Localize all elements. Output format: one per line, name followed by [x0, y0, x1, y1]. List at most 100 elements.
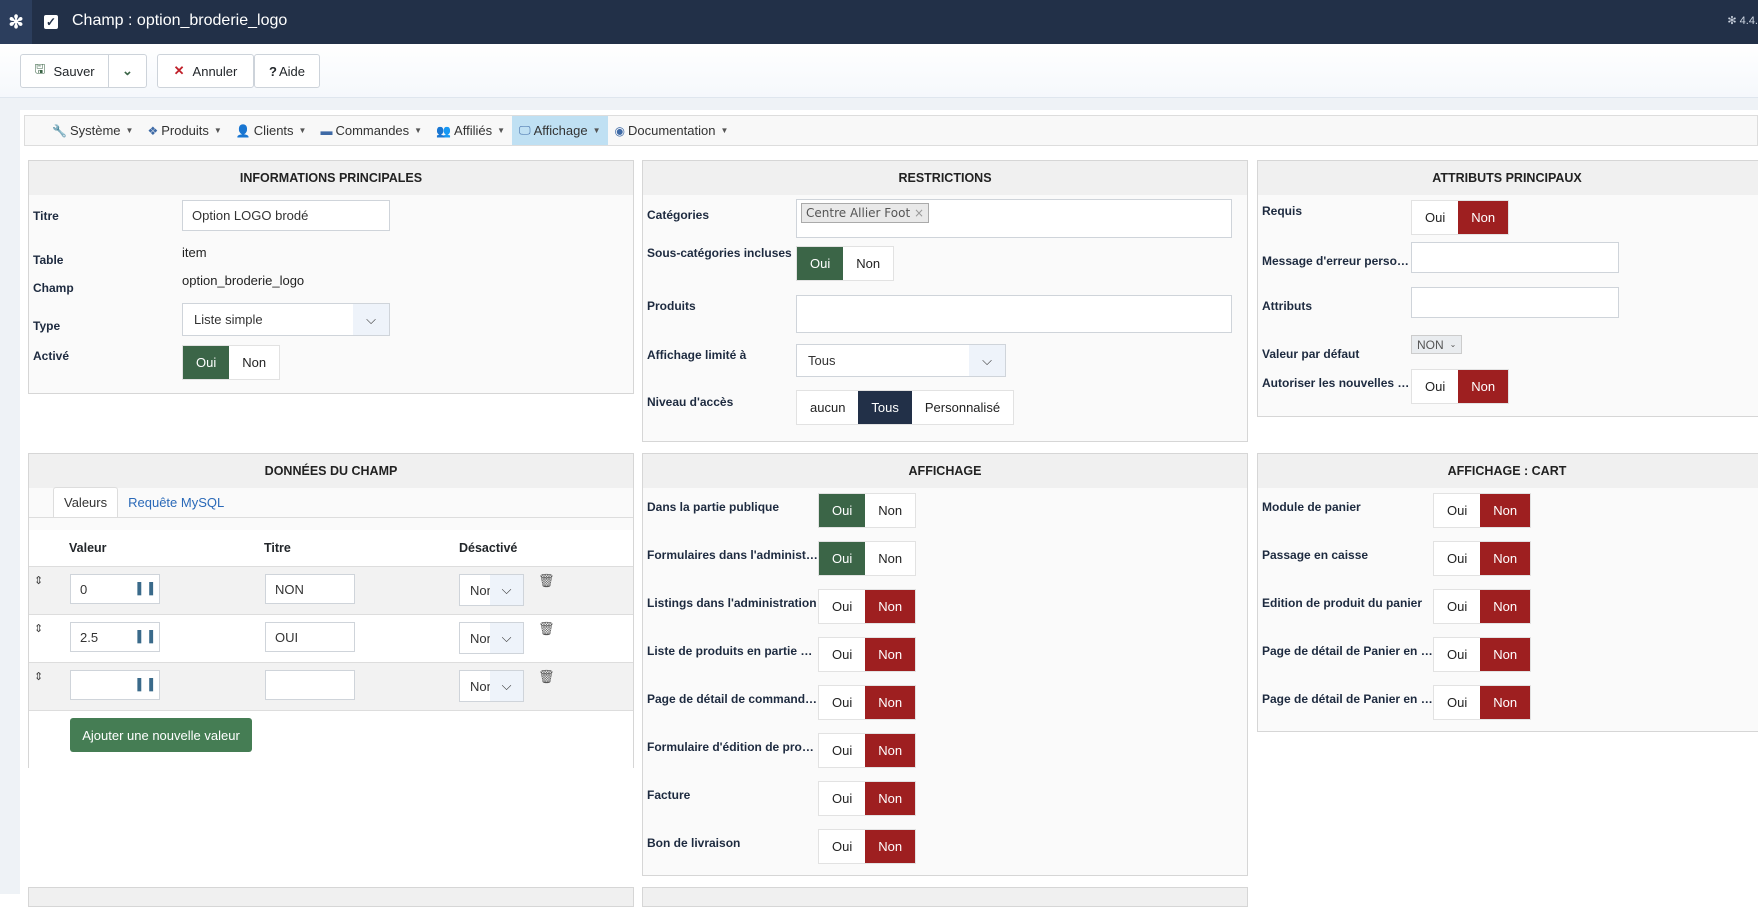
souscat-label: Sous-catégories incluses: [647, 246, 792, 260]
setting-toggle[interactable]: Oui Non: [818, 493, 917, 528]
add-value-button[interactable]: Ajouter une nouvelle valeur: [70, 718, 252, 752]
type-select[interactable]: Liste simple ⌵: [182, 303, 390, 336]
toggle-oui[interactable]: Oui: [183, 346, 230, 379]
save-icon: 🖫: [34, 61, 46, 76]
titre-input[interactable]: Option LOGO brodé: [182, 200, 390, 231]
drag-handle-icon[interactable]: ⇕: [34, 574, 43, 587]
acces-aucun[interactable]: aucun: [797, 391, 858, 424]
message-input[interactable]: [1411, 242, 1619, 273]
setting-toggle[interactable]: Oui Non: [1433, 637, 1532, 672]
setting-row: Edition de produit du panier Oui Non: [1258, 589, 1758, 637]
setting-toggle[interactable]: Oui Non: [1433, 541, 1532, 576]
toggle-non[interactable]: Non: [1480, 590, 1531, 623]
produits-input[interactable]: [796, 295, 1232, 333]
toggle-oui[interactable]: Oui: [1434, 494, 1480, 527]
menu-item-4[interactable]: 👥 Affiliés ▼: [429, 116, 512, 145]
toggle-oui[interactable]: Oui: [819, 494, 866, 527]
cancel-button[interactable]: ✕ Annuler: [157, 54, 254, 88]
toggle-non[interactable]: Non: [865, 782, 916, 815]
toggle-oui[interactable]: Oui: [819, 782, 865, 815]
toggle-non[interactable]: Non: [865, 830, 916, 863]
valeur-input[interactable]: 0 ▌▐: [70, 574, 160, 604]
setting-toggle[interactable]: Oui Non: [818, 685, 917, 720]
toggle-oui[interactable]: Oui: [1412, 201, 1458, 234]
setting-toggle[interactable]: Oui Non: [1433, 685, 1532, 720]
toggle-oui[interactable]: Oui: [819, 542, 866, 575]
trash-icon[interactable]: 🗑: [538, 621, 555, 637]
menu-item-1[interactable]: ❖ Produits ▼: [140, 116, 228, 145]
toggle-oui[interactable]: Oui: [1434, 686, 1480, 719]
toggle-oui[interactable]: Oui: [819, 734, 865, 767]
drag-handle-icon[interactable]: ⇕: [34, 670, 43, 683]
valeur-input[interactable]: ▌▐: [70, 670, 160, 700]
toggle-non[interactable]: Non: [1480, 494, 1531, 527]
toggle-oui[interactable]: Oui: [819, 638, 865, 671]
toggle-non[interactable]: Non: [1480, 686, 1531, 719]
acces-toggle[interactable]: aucun Tous Personnalisé: [796, 390, 1015, 425]
lifebuoy-icon: ◉: [614, 123, 625, 138]
toggle-oui[interactable]: Oui: [1434, 542, 1480, 575]
attributs-input[interactable]: [1411, 287, 1619, 318]
default-select[interactable]: NON ⌄: [1411, 335, 1463, 354]
col-desactive: Désactivé: [459, 541, 518, 555]
desactive-select[interactable]: Non⌵: [459, 670, 524, 702]
setting-toggle[interactable]: Oui Non: [818, 589, 917, 624]
toggle-non[interactable]: Non: [865, 590, 916, 623]
titre-input[interactable]: NON: [265, 574, 355, 604]
setting-toggle[interactable]: Oui Non: [1433, 589, 1532, 624]
toggle-non[interactable]: Non: [865, 734, 916, 767]
menu-item-5[interactable]: 🖵 Affichage ▼: [512, 116, 608, 145]
save-button[interactable]: 🖫 Sauver: [20, 54, 109, 88]
setting-toggle[interactable]: Oui Non: [818, 733, 917, 768]
setting-toggle[interactable]: Oui Non: [818, 541, 917, 576]
desactive-select[interactable]: Non⌵: [459, 622, 524, 654]
trash-icon[interactable]: 🗑: [538, 573, 555, 589]
menu-item-2[interactable]: 👤 Clients ▼: [229, 116, 314, 145]
requis-toggle[interactable]: Oui Non: [1411, 200, 1510, 235]
souscat-toggle[interactable]: Oui Non: [796, 246, 895, 281]
limit-select[interactable]: Tous ⌵: [796, 344, 1006, 377]
toggle-non[interactable]: Non: [865, 638, 916, 671]
toggle-non[interactable]: Non: [1458, 370, 1509, 403]
desactive-select[interactable]: Non⌵: [459, 574, 524, 606]
toggle-non[interactable]: Non: [229, 346, 279, 379]
menu-item-6[interactable]: ◉ Documentation ▼: [608, 116, 736, 145]
autoriser-toggle[interactable]: Oui Non: [1411, 369, 1510, 404]
toggle-oui[interactable]: Oui: [1434, 638, 1480, 671]
trash-icon[interactable]: 🗑: [538, 669, 555, 685]
setting-toggle[interactable]: Oui Non: [818, 637, 917, 672]
toggle-non[interactable]: Non: [1458, 201, 1509, 234]
menu-item-3[interactable]: ▬ Commandes ▼: [313, 116, 429, 145]
chevron-down-icon: ⌄: [1449, 340, 1457, 349]
titre-input[interactable]: [265, 670, 355, 700]
tab-valeurs[interactable]: Valeurs: [53, 487, 119, 517]
toggle-non[interactable]: Non: [865, 542, 915, 575]
toggle-non[interactable]: Non: [843, 247, 893, 280]
acces-tous[interactable]: Tous: [858, 391, 912, 424]
toggle-non[interactable]: Non: [1480, 542, 1531, 575]
active-toggle[interactable]: Oui Non: [182, 345, 281, 380]
drag-handle-icon[interactable]: ⇕: [34, 622, 43, 635]
acces-personnalise[interactable]: Personnalisé: [912, 391, 1013, 424]
tab-requete-mysql[interactable]: Requête MySQL: [118, 488, 234, 517]
toggle-oui[interactable]: Oui: [1434, 590, 1480, 623]
titre-input[interactable]: OUI: [265, 622, 355, 652]
setting-toggle[interactable]: Oui Non: [1433, 493, 1532, 528]
joomla-logo-icon[interactable]: ✻: [0, 0, 32, 44]
setting-toggle[interactable]: Oui Non: [818, 829, 917, 864]
toggle-non[interactable]: Non: [865, 494, 915, 527]
toggle-oui[interactable]: Oui: [819, 686, 865, 719]
toggle-non[interactable]: Non: [1480, 638, 1531, 671]
toggle-oui[interactable]: Oui: [797, 247, 844, 280]
setting-toggle[interactable]: Oui Non: [818, 781, 917, 816]
valeur-input[interactable]: 2.5 ▌▐: [70, 622, 160, 652]
save-dropdown-button[interactable]: ⌄: [108, 54, 147, 88]
help-button[interactable]: ? Aide: [254, 54, 320, 88]
remove-tag-icon[interactable]: ×: [914, 206, 924, 220]
toggle-oui[interactable]: Oui: [1412, 370, 1458, 403]
toggle-oui[interactable]: Oui: [819, 590, 865, 623]
toggle-oui[interactable]: Oui: [819, 830, 865, 863]
menu-item-0[interactable]: 🔧 Système ▼: [45, 116, 140, 145]
categories-input[interactable]: Centre Allier Foot ×: [796, 199, 1232, 238]
toggle-non[interactable]: Non: [865, 686, 916, 719]
